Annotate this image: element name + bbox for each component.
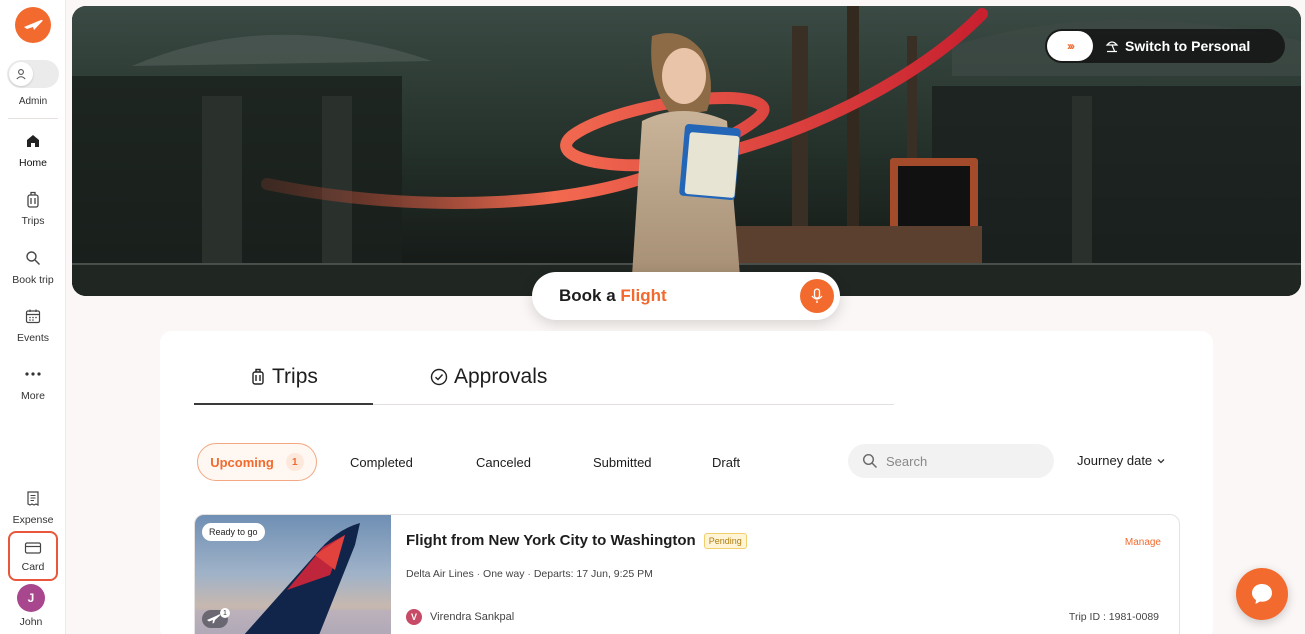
chat-bubble-icon xyxy=(1252,584,1272,604)
hero-banner: ››› Switch to Personal xyxy=(72,6,1301,296)
filter-label: Completed xyxy=(350,454,413,470)
search-icon xyxy=(0,250,66,270)
sort-label: Journey date xyxy=(1077,453,1153,468)
admin-toggle[interactable] xyxy=(7,60,59,88)
sidebar: Admin Home Trips Book trip Events More E… xyxy=(0,0,66,634)
sidebar-item-label: Events xyxy=(16,332,50,344)
filter-label: Draft xyxy=(712,454,741,470)
check-circle-icon xyxy=(430,368,448,386)
tab-approvals[interactable]: Approvals xyxy=(430,365,547,389)
search-box xyxy=(848,444,1054,478)
trip-id: Trip ID : 1981-0089 xyxy=(1068,611,1159,623)
sort-dropdown[interactable]: Journey date xyxy=(1077,453,1166,468)
user-icon xyxy=(9,62,33,86)
count-badge: 1 xyxy=(285,453,304,471)
airline-name: Delta Air Lines xyxy=(406,568,474,580)
tab-trips[interactable]: Trips xyxy=(250,365,318,389)
divider xyxy=(8,118,58,119)
departure-time: Departs: 17 Jun, 9:25 PM xyxy=(533,568,653,580)
manage-link[interactable]: Manage xyxy=(1125,537,1161,548)
sidebar-item-label: More xyxy=(21,390,45,402)
trip-title: Flight from New York City to Washington … xyxy=(406,532,747,549)
flight-count: 1 xyxy=(220,608,230,618)
microphone-button[interactable] xyxy=(800,279,834,313)
traveler-name: Virendra Sankpal xyxy=(430,611,515,623)
filter-draft[interactable]: Draft xyxy=(712,443,740,481)
flight-count-badge: 1 xyxy=(202,608,230,628)
luggage-icon xyxy=(0,191,66,211)
switch-to-personal-button[interactable]: ››› Switch to Personal xyxy=(1045,29,1285,63)
sidebar-item-label: Book trip xyxy=(12,274,54,286)
book-flight-bar[interactable]: Book a Flight xyxy=(532,272,840,320)
filter-submitted[interactable]: Submitted xyxy=(593,443,652,481)
sidebar-item-expense[interactable]: Expense xyxy=(0,490,66,526)
more-dots-icon xyxy=(0,366,66,386)
filter-completed[interactable]: Completed xyxy=(350,443,413,481)
book-prefix: Book a xyxy=(559,286,621,305)
sidebar-item-trips[interactable]: Trips xyxy=(0,191,66,227)
ready-badge: Ready to go xyxy=(202,523,265,541)
search-input[interactable] xyxy=(886,453,1036,469)
airplane-tail-image: Ready to go 1 xyxy=(195,515,391,634)
chevrons-icon: ››› xyxy=(1047,31,1093,61)
home-icon xyxy=(0,133,66,153)
filter-label: Upcoming xyxy=(210,454,274,470)
filter-label: Canceled xyxy=(476,454,531,470)
sidebar-item-home[interactable]: Home xyxy=(0,133,66,169)
receipt-icon xyxy=(0,490,66,510)
sidebar-item-label: Home xyxy=(18,157,47,169)
trips-panel: Trips Approvals Upcoming 1 Completed Can… xyxy=(160,331,1213,634)
luggage-icon xyxy=(252,368,264,385)
admin-label: Admin xyxy=(18,96,48,107)
sidebar-item-card[interactable]: Card xyxy=(8,531,58,581)
sidebar-item-label: Expense xyxy=(12,514,54,526)
sidebar-item-more[interactable]: More xyxy=(0,366,66,402)
plane-logo-icon xyxy=(24,19,43,30)
filter-canceled[interactable]: Canceled xyxy=(476,443,531,481)
trip-details: Delta Air Lines · One way · Departs: 17 … xyxy=(406,568,653,580)
filter-label: Submitted xyxy=(593,454,652,470)
trip-type: One way xyxy=(483,568,525,580)
beach-umbrella-icon xyxy=(1105,41,1119,53)
traveler: V Virendra Sankpal xyxy=(406,609,514,625)
active-tab-indicator xyxy=(194,403,373,405)
sidebar-item-label: Trips xyxy=(21,215,45,227)
search-icon xyxy=(862,453,877,468)
filter-upcoming[interactable]: Upcoming 1 xyxy=(197,443,317,481)
avatar[interactable]: J xyxy=(17,584,45,612)
user-name: John xyxy=(19,616,43,628)
tab-label: Approvals xyxy=(454,365,548,388)
trip-title-text: Flight from New York City to Washington xyxy=(406,532,696,549)
traveler-avatar: V xyxy=(406,609,422,625)
switch-label-group: Switch to Personal xyxy=(1105,38,1250,54)
trip-card[interactable]: Ready to go 1 Flight from New York City … xyxy=(194,514,1180,634)
calendar-icon xyxy=(0,308,66,328)
sidebar-item-label: Card xyxy=(21,561,45,573)
app-logo[interactable] xyxy=(15,7,51,43)
chat-button[interactable] xyxy=(1236,568,1288,620)
sidebar-item-book-trip[interactable]: Book trip xyxy=(0,250,66,286)
sidebar-item-events[interactable]: Events xyxy=(0,308,66,344)
book-accent: Flight xyxy=(620,286,667,305)
tab-label: Trips xyxy=(272,365,318,388)
chevron-down-icon xyxy=(1157,458,1165,463)
book-flight-text: Book a Flight xyxy=(559,286,667,306)
switch-to-personal-label: Switch to Personal xyxy=(1125,38,1251,54)
microphone-icon xyxy=(811,288,823,303)
status-badge: Pending xyxy=(703,532,747,549)
credit-card-icon xyxy=(10,541,56,557)
